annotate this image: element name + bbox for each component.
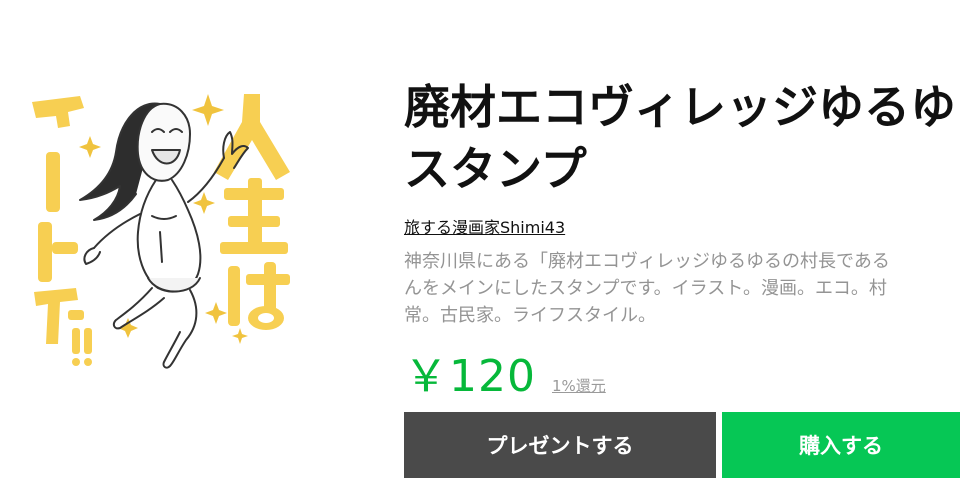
gift-button-label: プレゼントする (486, 434, 634, 458)
price-row: ￥120 1%還元 (404, 340, 606, 402)
sticker-product-page: 廃材エコヴィレッジゆるゆ スタンプ 旅する漫画家Shimi43 神奈川県にある「… (0, 0, 960, 503)
product-info: 廃材エコヴィレッジゆるゆ スタンプ 旅する漫画家Shimi43 神奈川県にある「… (404, 76, 960, 329)
gift-button[interactable]: プレゼントする (404, 412, 716, 478)
product-title-line1: 廃材エコヴィレッジゆるゆ (404, 80, 956, 134)
product-description: 神奈川県にある「廃材エコヴィレッジゆるゆるの村長である んをメインにしたスタンプ… (404, 248, 960, 329)
buy-button[interactable]: 購入する (722, 412, 960, 478)
sticker-main-image[interactable] (28, 82, 298, 372)
sticker-illustration (32, 94, 290, 369)
product-title-line2: スタンプ (404, 142, 587, 196)
author-link[interactable]: 旅する漫画家Shimi43 (404, 214, 565, 238)
reward-link[interactable]: 1%還元 (552, 375, 606, 396)
description-line1: 神奈川県にある「廃材エコヴィレッジゆるゆるの村長である (404, 251, 890, 272)
buy-button-label: 購入する (799, 434, 883, 458)
character-drawing (79, 102, 249, 369)
product-title: 廃材エコヴィレッジゆるゆ スタンプ (404, 76, 960, 200)
description-line2: んをメインにしたスタンプです。イラスト。漫画。エコ。村 (404, 278, 887, 299)
price-value: ￥120 (404, 351, 536, 402)
description-line3: 常。古民家。ライフスタイル。 (404, 305, 656, 326)
